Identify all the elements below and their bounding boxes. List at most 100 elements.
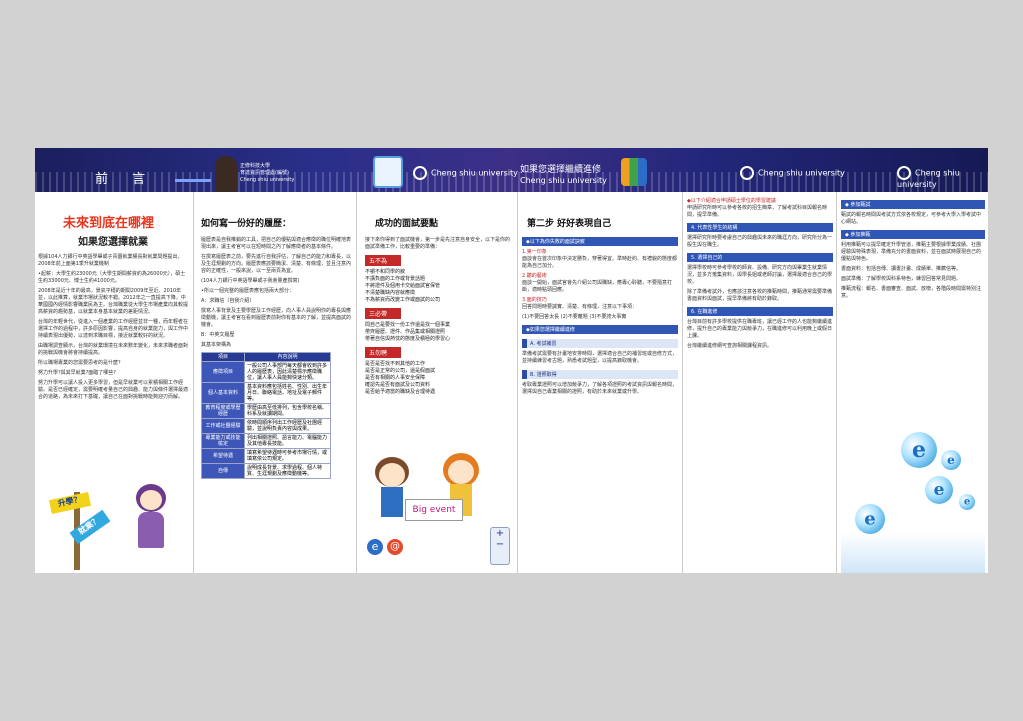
plus-minus-icon: + − (490, 527, 510, 565)
list-item: 帶齊履歷、證件、作品集或相關證照 (365, 329, 446, 335)
paragraph: 選擇研究所時要考慮自己的興趣與未來的職涯方向，研究所分為一般生與在職生。 (687, 235, 833, 248)
caption-line: Cheng shiu university (240, 177, 295, 183)
paragraph: 在撰寫履歷表之前，要先進行自我評估，了解自己的能力和專長，以及生涯規劃的方向。履… (201, 254, 351, 274)
list-item: 問自己是要找一份工作還是找一個事業 (365, 322, 451, 328)
panel-header-title: 如果您選擇繼續進修 (520, 165, 602, 175)
brand-logo-2: Cheng shiu university (740, 166, 845, 180)
panel-divider (517, 192, 518, 573)
panel-intro: 未來到底在哪裡 如果您選擇就業 根據104人力銀行中英語學畢或子青園就業權長對就… (38, 192, 190, 573)
e-orbs-decoration: e e e e e (841, 422, 985, 573)
list-item: 不清楚職缺內容就應徵 (365, 290, 416, 296)
section-bar: ◆以下為你失敗的面試訣竅 (522, 237, 678, 246)
student-photo (215, 156, 237, 192)
at-icon: @ (387, 539, 403, 555)
row-value: 列出相關證照、語言能力、電腦能力及其他專長技能。 (244, 433, 331, 449)
signpost-illustration: 升學？ 就業？ (48, 491, 111, 570)
paragraph: 選擇學校時可參考學校的師資、設備、研究方向與畢業生就業情況，並多方蒐集資料，與學… (687, 265, 833, 285)
caption-line: 正修科技大學 (240, 163, 271, 169)
logo-mark-icon (740, 166, 754, 180)
panel-title: 未來到底在哪裡 (63, 216, 155, 231)
row-value: 說明成長背景、求學過程、個人特質、生涯規劃及應徵動機等。 (244, 463, 331, 479)
row-key: 工作或社團經驗 (201, 418, 245, 434)
brand-logo: Cheng shiu university (413, 166, 518, 180)
item-label: 2.聽的藝術 (522, 273, 547, 279)
paragraph: 書面資料：包括自傳、讀書計畫、成績單、推薦信等。 (841, 266, 962, 272)
panel-title: 成功的面試要點 (375, 219, 439, 229)
row-value: 依時間順序列出工作經歷及社團經驗，並說明負責內容與成果。 (244, 418, 331, 434)
panel-divider (356, 192, 357, 573)
row-value: 填寫希望待遇時可參考市場行情，或填寫依公司規定。 (244, 448, 331, 464)
table-row: 工作或社團經驗 依時間順序列出工作經歷及社團經驗，並說明負責內容與成果。 (201, 418, 331, 434)
sub-section-bar: B. 證照取得 (522, 370, 678, 379)
panel-resume: 如何寫一份好的履歷： 履歷表是自我推銷的工具，把自己的優點與適合應徵的職位明確地… (201, 192, 351, 573)
list-item: 是否給予適當的職缺及合理待遇 (365, 389, 436, 395)
paragraph: 由職場調查顯示，台灣的就業環境在未來數年變化，未來求職者面對的挑戰與機會將會持續… (38, 343, 189, 356)
paragraph: 努力升學?與其早就業?面臨了哪些? (38, 370, 116, 376)
header-dash (175, 179, 211, 182)
list-item: 帶著自信與熱忱的態度及積極的學習心 (365, 336, 451, 342)
paragraph: (1)不要回答太長 (2)不要離題 (3)不要誇大事實 (522, 314, 627, 320)
panel-performance: 第二步 好好表現自己 ◆以下為你失敗的面試訣竅 1.第一印象 面談會在首次印象中… (522, 192, 678, 573)
paragraph: 考取專業證照可以增加競爭力，了解各項證照的考試資訊與報名時間，選擇與自己專業相關… (522, 382, 678, 395)
brand-logo-3: Cheng shiu university (897, 166, 988, 189)
ie-icon: e (367, 539, 383, 555)
paragraph: 根據104人力銀行中英語學畢或子青園就業權長對就業問題提出，2008年前上面第1… (38, 254, 183, 267)
panel-interview: 成功的面試要點 接下來你得到了面試機會，第一步是先注意自身安全，以下是你的面試準… (365, 192, 513, 573)
section-bar: 5. 選擇自己的 (687, 253, 833, 262)
e-orb-icon: e (855, 504, 885, 534)
paragraph: 撰寫人事背景及主要學歷及工作經歷，向人事人員說明你的專長與應徵動機，讓主考官在看… (201, 308, 351, 328)
table-row: 希望待遇 填寫希望待遇時可參考市場行情，或填寫依公司規定。 (201, 448, 331, 464)
books-icon (621, 158, 647, 186)
section-bar: ◆ 參加甄試 (841, 200, 985, 209)
e-orb-icon: e (925, 476, 953, 504)
section-bar: ◆ 參加推甄 (841, 230, 985, 239)
table-row: 應徵項目 一般公司人事部門每天都會收到許多人的履歷表，因此清楚標示應徵職位，讓人事… (201, 361, 331, 383)
logo-mark-icon (897, 166, 911, 180)
girl-face (140, 490, 162, 510)
row-value: 基本資料應包括姓名、性別、出生年月日、聯絡電話、地址及電子郵件等。 (244, 382, 331, 404)
sign-study: 升學？ (48, 491, 92, 515)
item-label: 1.第一印象 (522, 249, 547, 255)
paragraph: 其基本架構為 (201, 342, 232, 348)
section-label: 三必帶 (365, 308, 401, 319)
sub-section-bar: A. 考試補習 (522, 339, 678, 348)
paragraph: 甄試的報名時間與考試方式依各校規定，可參考大學入學考試中心網站。 (841, 212, 982, 225)
paragraph: 面談會在首次印象中決定勝負，穿著得宜、準時赴約、有禮貌的態度都能為自己加分。 (522, 256, 678, 269)
row-value: 學歷由高至低排列，包含學校名稱、科系及就讀期間。 (244, 403, 331, 419)
paragraph: 履歷表是自我推銷的工具，把自己的優點與適合應徵的職位明確地表現出來，讓主考官可以… (201, 237, 351, 250)
brand-name-sub: Cheng shiu university (520, 176, 607, 185)
paragraph: 利用推甄可以提早確定升學管道，推甄主要根據學業成績、社團經驗與特殊表現，準備充分… (841, 242, 982, 262)
paragraph: 面試準備：了解學校與科系特色，練習回答常見問題。 (841, 276, 962, 282)
paragraph: 接下來你得到了面試機會，第一步是先注意自身安全，以下是你的面試準備工作，比較重要… (365, 237, 511, 250)
paragraph: 台灣的年輕世代，從進入一個產業的工作經歷並非一種，而年輕者在選擇工作的過程中，許… (38, 319, 189, 339)
row-key: 教育程度或學歷經歷 (201, 403, 245, 419)
e-orb-icon: e (959, 494, 975, 510)
paragraph: •所以一個完整的履歷表應包括兩大部分： (201, 288, 294, 294)
table-header-row: 項目 內容說明 (201, 352, 331, 362)
list-item: 不講負面的工作或背景話題 (365, 276, 426, 282)
section-bar: ◆如果您選擇繼續進修 (522, 325, 678, 334)
table-header: 項目 (201, 352, 245, 362)
paragraph: 2008年是近十年的最高，景氣平穩的期間2009年至近、2010年並，以此推算，… (38, 288, 189, 315)
row-key: 自傳 (201, 463, 245, 479)
paragraph: 準備考試需要有計畫地安排時間，選擇適合自己的補習班或自修方式，並持續練習考古題，… (522, 351, 678, 364)
paragraph: 申請研究所時可以參考各校的招生簡章，了解考試科目與報名時間，提早準備。 (687, 205, 828, 218)
table-row: 專業能力或技能檢定 列出相關證照、語言能力、電腦能力及其他專長技能。 (201, 433, 331, 449)
magnifier-icon (373, 156, 403, 188)
list-item: 是否是否找不到其他的工作 (365, 361, 426, 367)
top-note: ◆以下介紹適合申請碩士學位的學習建議 (687, 198, 776, 204)
e-orb-icon: e (941, 450, 961, 470)
section-title: 前 言 (95, 172, 156, 187)
big-event-sign: Big event (405, 499, 463, 521)
list-item: 不為薪資而改變工作或面試的公司 (365, 297, 441, 303)
paragraph: (104人力銀行中英語學畢或子我會量產撰寫) (201, 278, 300, 284)
girl-body (138, 512, 164, 548)
list-item: 不將證件及個用卡交給面試官保管 (365, 283, 441, 289)
paragraph: A：求職信（自我介紹） (201, 298, 255, 304)
paragraph: 努力升學可以讓人投入更多學習，但是早就業可以累積相關工作經驗。是否已經確定，需要… (38, 380, 189, 400)
row-key: 個人基本資料 (201, 382, 245, 404)
paragraph: 回答問題時要誠實、清楚、有條理，注意以下事項： (522, 304, 638, 310)
girl-face (448, 460, 474, 484)
item-label: 3.面的技巧 (522, 297, 547, 303)
section-bar: 4. 代表性學生的結構 (687, 223, 833, 232)
